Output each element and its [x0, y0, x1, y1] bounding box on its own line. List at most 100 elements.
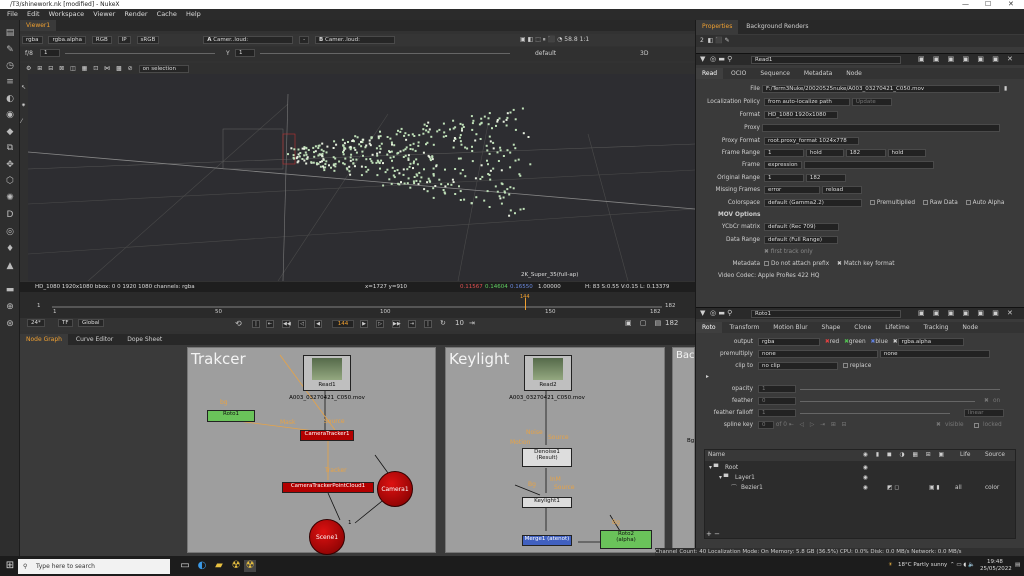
view-mode-dropdown[interactable]: 3D — [640, 48, 648, 59]
filter-tool-icon[interactable]: ◉ — [5, 110, 15, 120]
raw-data-checkbox[interactable] — [922, 200, 928, 205]
cameratracker-node[interactable]: CameraTracker1 — [300, 430, 354, 441]
tab-roto-node[interactable]: Node — [956, 322, 984, 333]
tab-roto[interactable]: Roto — [696, 322, 722, 333]
bounce-icon[interactable]: ↻ — [440, 319, 446, 327]
global-dropdown[interactable]: Global — [78, 319, 104, 327]
3d-tool-icon[interactable]: ⬡ — [5, 176, 15, 186]
tab-node-graph[interactable]: Node Graph — [20, 334, 68, 345]
data-range-dropdown[interactable]: default (Full Range) — [764, 235, 838, 244]
play-back-button[interactable]: ◀ — [314, 320, 322, 328]
menu-file[interactable]: File — [7, 9, 18, 20]
format-dropdown[interactable]: HD_1080 1920x1080 — [764, 110, 838, 119]
vertex-tool-icon[interactable]: ⁕ — [21, 102, 26, 109]
pause-icon[interactable]: ⏸ — [543, 36, 546, 43]
read2-node[interactable]: Read2 — [524, 355, 572, 391]
menu-cache[interactable]: Cache — [157, 9, 177, 20]
windows-start-icon[interactable]: ⊞ — [4, 560, 16, 572]
menu-viewer[interactable]: Viewer — [93, 9, 115, 20]
colorspace-dropdown[interactable]: default (Gamma2.2) — [764, 198, 862, 207]
first-track-check-icon[interactable]: ✖ — [764, 249, 769, 255]
zoom-value[interactable]: 58.8 — [564, 36, 577, 43]
tab-transform[interactable]: Transform — [724, 322, 766, 333]
edge-icon[interactable]: ◐ — [196, 560, 208, 572]
loop-icon[interactable]: ⟲ — [235, 319, 242, 328]
read1-name-field[interactable]: Read1 — [751, 56, 901, 64]
tab-read[interactable]: Read — [696, 68, 724, 79]
tree-row-bezier[interactable]: ⌒ Bezier1 ◉ ◩ ◻ ▣ ▮ all color — [705, 483, 1015, 494]
menu-help[interactable]: Help — [186, 9, 201, 20]
alpha-dropdown[interactable]: rgba.alpha — [48, 35, 86, 44]
bezier-visible-icon[interactable]: ◉ — [863, 483, 868, 494]
falloff-type-dropdown[interactable]: linear — [964, 409, 1004, 417]
metadata-tool-icon[interactable]: ♦ — [5, 244, 15, 254]
menu-render[interactable]: Render — [124, 9, 147, 20]
gamma-input[interactable]: 1 — [235, 49, 255, 57]
other-tool-icon[interactable]: ▬ — [5, 285, 15, 295]
select-arrow-icon[interactable]: ↖ — [21, 84, 26, 91]
premultiply-dropdown-2[interactable]: none — [879, 349, 990, 358]
clip-dropdown[interactable]: no clip — [758, 361, 838, 370]
premultiply-dropdown[interactable]: none — [758, 349, 878, 358]
step-back-button[interactable]: ◁ — [298, 320, 306, 328]
channels-dropdown[interactable]: rgba — [22, 35, 43, 44]
opacity-slider[interactable] — [800, 389, 1000, 390]
image-tool-icon[interactable]: ▤ — [5, 28, 15, 38]
localization-dropdown[interactable]: from auto-localize path — [764, 97, 850, 106]
feather-slider[interactable] — [800, 401, 975, 402]
default-dropdown[interactable]: default — [535, 48, 556, 59]
toolsets-tool-icon[interactable]: ▲ — [5, 261, 15, 271]
feather-falloff-input[interactable]: 1 — [758, 409, 796, 417]
lut-dropdown[interactable]: sRGB — [136, 35, 160, 44]
skip-forward-button[interactable]: ▶▶ — [392, 320, 401, 328]
after-dropdown[interactable]: hold — [887, 148, 926, 157]
refresh-icon[interactable]: ◔ — [557, 36, 562, 43]
render-icons[interactable]: ▣ ▢ ▤ — [625, 319, 664, 327]
tab-background-renders[interactable]: Background Renders — [740, 20, 814, 34]
nuke-active-taskbar-icon[interactable]: ☢ — [244, 560, 256, 572]
notifications-icon[interactable]: ▤ — [1015, 562, 1020, 568]
alpha-channel-dropdown[interactable]: rgba.alpha — [897, 337, 964, 346]
denoise-node[interactable]: Denoise1 (Result) — [522, 448, 572, 467]
no-prefix-checkbox[interactable] — [764, 261, 769, 266]
tab-node[interactable]: Node — [840, 68, 868, 79]
tab-curve-editor[interactable]: Curve Editor — [70, 334, 119, 345]
clipping-icon[interactable]: ◧ — [528, 36, 534, 43]
camera-node[interactable]: Camera1 — [377, 471, 413, 507]
nuke-logo-icon[interactable]: ⊛ — [5, 319, 15, 329]
menu-workspace[interactable]: Workspace — [49, 9, 85, 20]
current-frame-input[interactable]: 144 — [332, 320, 354, 328]
merge-node[interactable]: Merge1 (atenot) — [522, 535, 572, 546]
premultiplied-checkbox[interactable] — [869, 200, 875, 205]
original-range-start[interactable]: 1 — [764, 173, 804, 182]
tree-header-icons[interactable]: ◉ ▮ ◼ ◑ ▦ ⊞ ▣ — [863, 450, 947, 461]
keylight-node[interactable]: Keylight1 — [522, 497, 572, 508]
draw-tool-icon[interactable]: ✎ — [5, 45, 15, 55]
first-frame-button[interactable]: | — [252, 320, 260, 328]
update-button[interactable]: Update — [851, 97, 892, 106]
step-value[interactable]: 10 — [455, 319, 464, 327]
tab-clone[interactable]: Clone — [848, 322, 877, 333]
tab-tracking[interactable]: Tracking — [918, 322, 955, 333]
read1-header-icons[interactable]: ◎ ▬ ⚲ — [710, 55, 732, 63]
tree-header-source[interactable]: Source — [985, 450, 1005, 461]
color-tool-icon[interactable]: ◐ — [5, 94, 15, 104]
opacity-input[interactable]: 1 — [758, 385, 796, 393]
file-explorer-icon[interactable]: ▰ — [213, 560, 225, 572]
tab-shape[interactable]: Shape — [816, 322, 847, 333]
locked-checkbox[interactable] — [974, 423, 979, 428]
channel-tool-icon[interactable]: ≡ — [5, 77, 15, 87]
spline-key-nav-icons[interactable]: ⇤ ◁ ▷ ⇥ ⊞ ⊟ — [789, 422, 849, 428]
merge-tool-icon[interactable]: ⧉ — [5, 143, 15, 153]
roi-icon[interactable]: ⬚ — [535, 36, 541, 43]
replace-checkbox[interactable] — [842, 363, 848, 368]
tree-header-name[interactable]: Name — [708, 450, 725, 461]
missing-frames-dropdown[interactable]: error — [764, 185, 820, 194]
nuke-taskbar-icon[interactable]: ☢ — [230, 560, 242, 572]
visible-check-icon[interactable]: ✖ — [936, 420, 941, 431]
roto2-node[interactable]: Roto2 (alpha) — [600, 530, 652, 549]
gain-input[interactable]: 1 — [40, 49, 60, 57]
brush-tool-icon[interactable]: ⁄ — [21, 118, 22, 125]
frame-range-end[interactable]: 182 — [845, 148, 886, 157]
roto1-name-field[interactable]: Roto1 — [751, 310, 901, 318]
